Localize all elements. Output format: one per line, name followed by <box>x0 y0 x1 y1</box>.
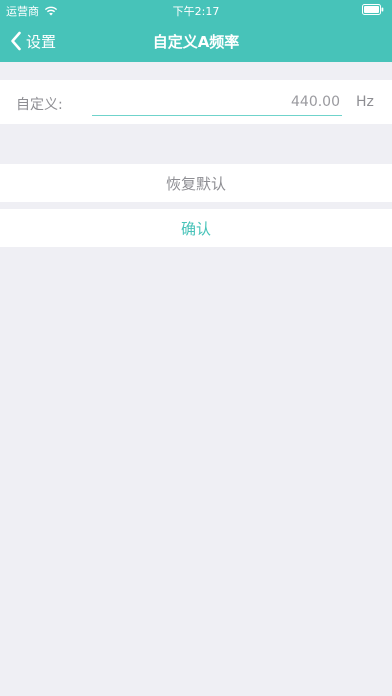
battery-icon <box>362 4 384 15</box>
navigation-header: 运营商 下午2:17 设置 自定义A频率 <box>0 0 392 62</box>
frequency-unit: Hz <box>356 94 374 110</box>
page-title: 自定义A频率 <box>152 33 240 51</box>
confirm-button[interactable]: 确认 <box>0 209 392 247</box>
nav-bar: 设置 自定义A频率 <box>0 22 392 60</box>
frequency-input[interactable] <box>92 88 342 116</box>
frequency-label: 自定义: <box>16 97 63 113</box>
custom-frequency-row: 自定义: Hz <box>0 80 392 124</box>
status-bar: 运营商 下午2:17 <box>0 0 392 20</box>
reset-default-button[interactable]: 恢复默认 <box>0 164 392 202</box>
status-time: 下午2:17 <box>172 5 220 18</box>
